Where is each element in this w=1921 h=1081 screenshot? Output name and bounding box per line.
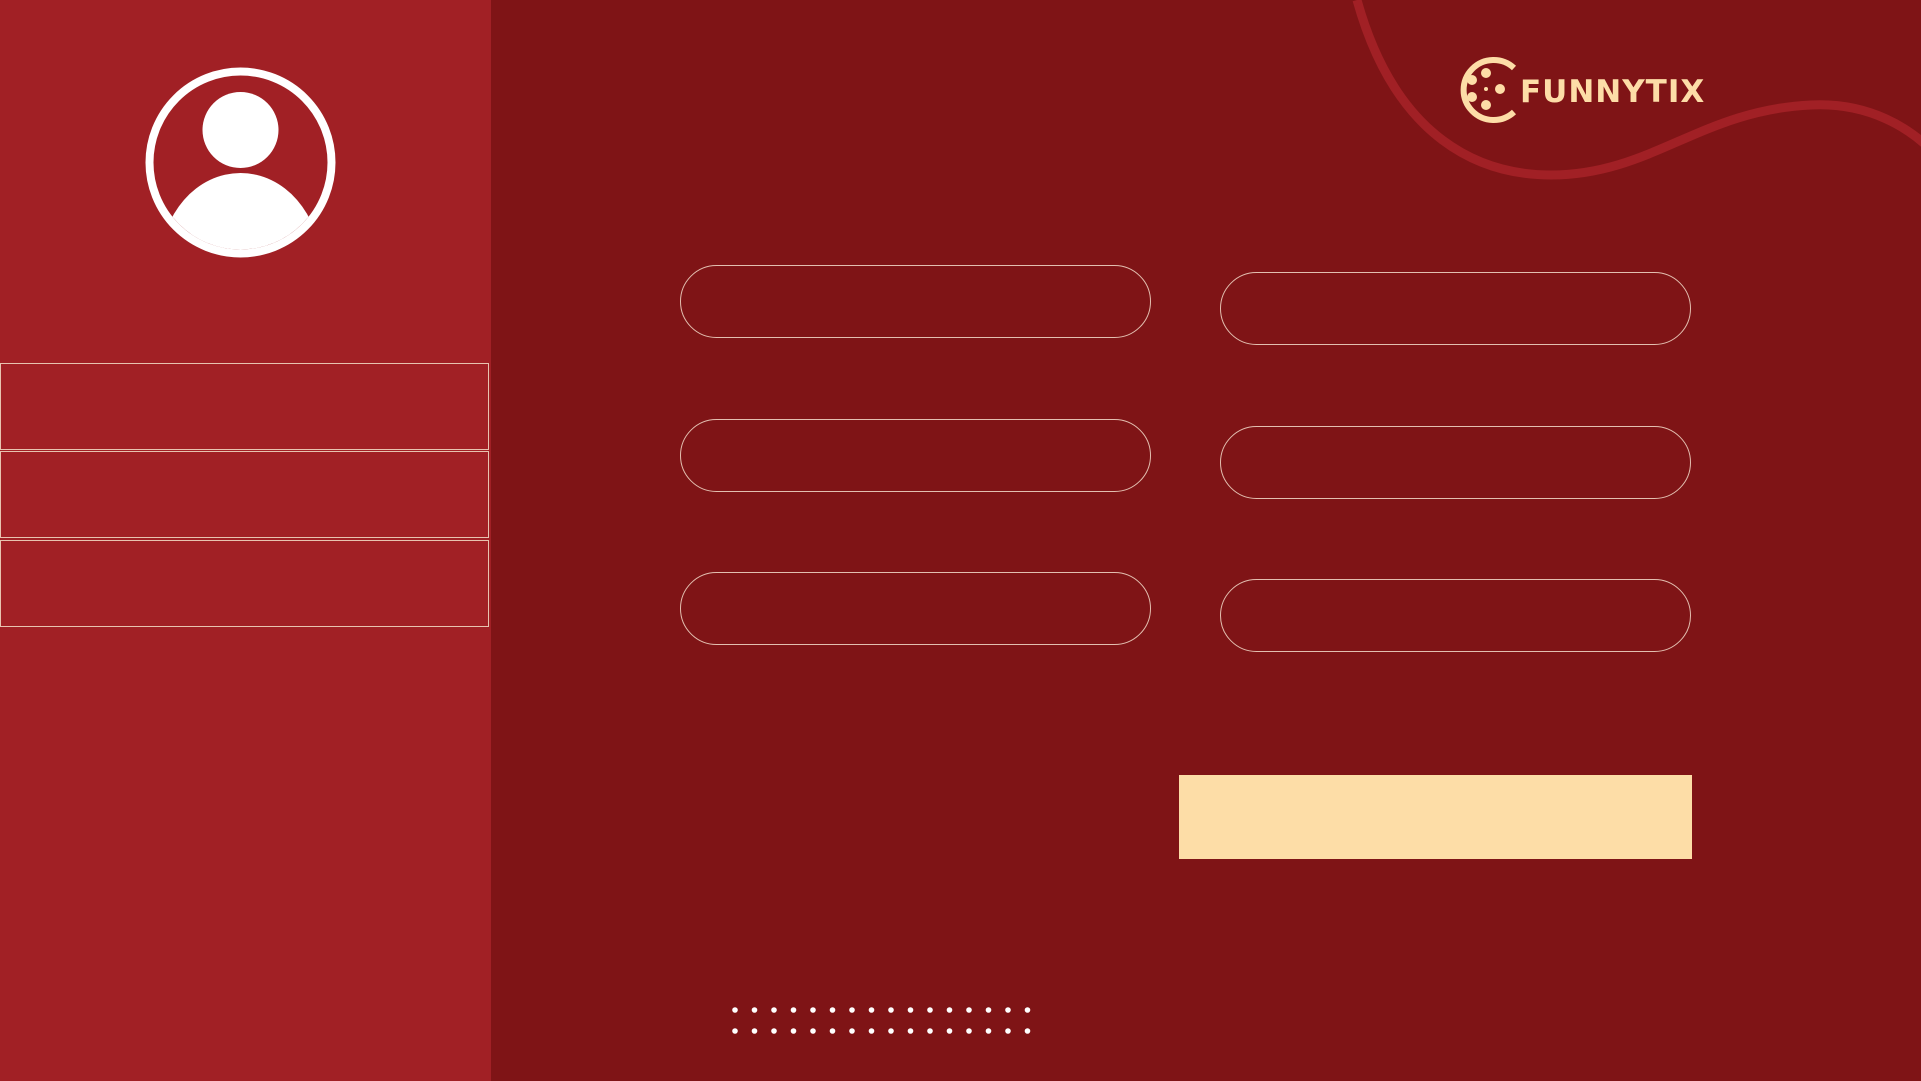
decorative-dot <box>810 1007 816 1013</box>
form-field-5[interactable] <box>1220 426 1691 499</box>
decorative-dot <box>888 1028 894 1034</box>
decorative-dot <box>907 1028 914 1034</box>
sidebar <box>0 0 491 1081</box>
decorative-dot <box>985 1007 992 1013</box>
decorative-dot <box>849 1028 855 1034</box>
sidebar-item-3[interactable] <box>0 540 489 627</box>
decorative-dot <box>966 1007 972 1013</box>
decorative-dot <box>1005 1007 1011 1013</box>
decorative-dot <box>927 1007 933 1013</box>
sidebar-item-2[interactable] <box>0 451 489 538</box>
decorative-dot <box>868 1028 875 1034</box>
decorative-dot <box>732 1007 738 1013</box>
decorative-dot <box>771 1028 777 1034</box>
decorative-dot <box>829 1007 836 1013</box>
sidebar-item-1[interactable] <box>0 363 489 450</box>
decorative-dot <box>1024 1007 1031 1013</box>
decorative-dot <box>790 1028 797 1034</box>
form-field-4[interactable] <box>1220 272 1691 345</box>
decorative-dot <box>751 1007 758 1013</box>
decorative-wave <box>1352 0 1921 180</box>
form-field-3[interactable] <box>680 572 1151 645</box>
decorative-dot <box>771 1007 777 1013</box>
film-reel-icon <box>1460 57 1517 123</box>
decorative-dot <box>966 1028 972 1034</box>
decorative-dots <box>732 1007 1031 1034</box>
decorative-dot <box>732 1028 738 1034</box>
decorative-dot <box>888 1007 894 1013</box>
decorative-dot <box>946 1028 953 1034</box>
decorative-dot <box>927 1028 933 1034</box>
decorative-dot <box>1024 1028 1031 1034</box>
form-field-2[interactable] <box>680 419 1151 492</box>
submit-button[interactable] <box>1179 775 1692 859</box>
form-field-6[interactable] <box>1220 579 1691 652</box>
brand-logo[interactable]: FUNNYTIX <box>1452 50 1705 130</box>
decorative-dot <box>829 1028 836 1034</box>
form-field-1[interactable] <box>680 265 1151 338</box>
decorative-dot <box>985 1028 992 1034</box>
decorative-dot <box>1005 1028 1011 1034</box>
decorative-dot <box>790 1007 797 1013</box>
decorative-dot <box>810 1028 816 1034</box>
decorative-dot <box>907 1007 914 1013</box>
decorative-dot <box>751 1028 758 1034</box>
brand-name: FUNNYTIX <box>1520 74 1706 110</box>
user-avatar-icon[interactable] <box>143 65 338 260</box>
decorative-dot <box>849 1007 855 1013</box>
decorative-dot <box>868 1007 875 1013</box>
decorative-dot <box>946 1007 953 1013</box>
